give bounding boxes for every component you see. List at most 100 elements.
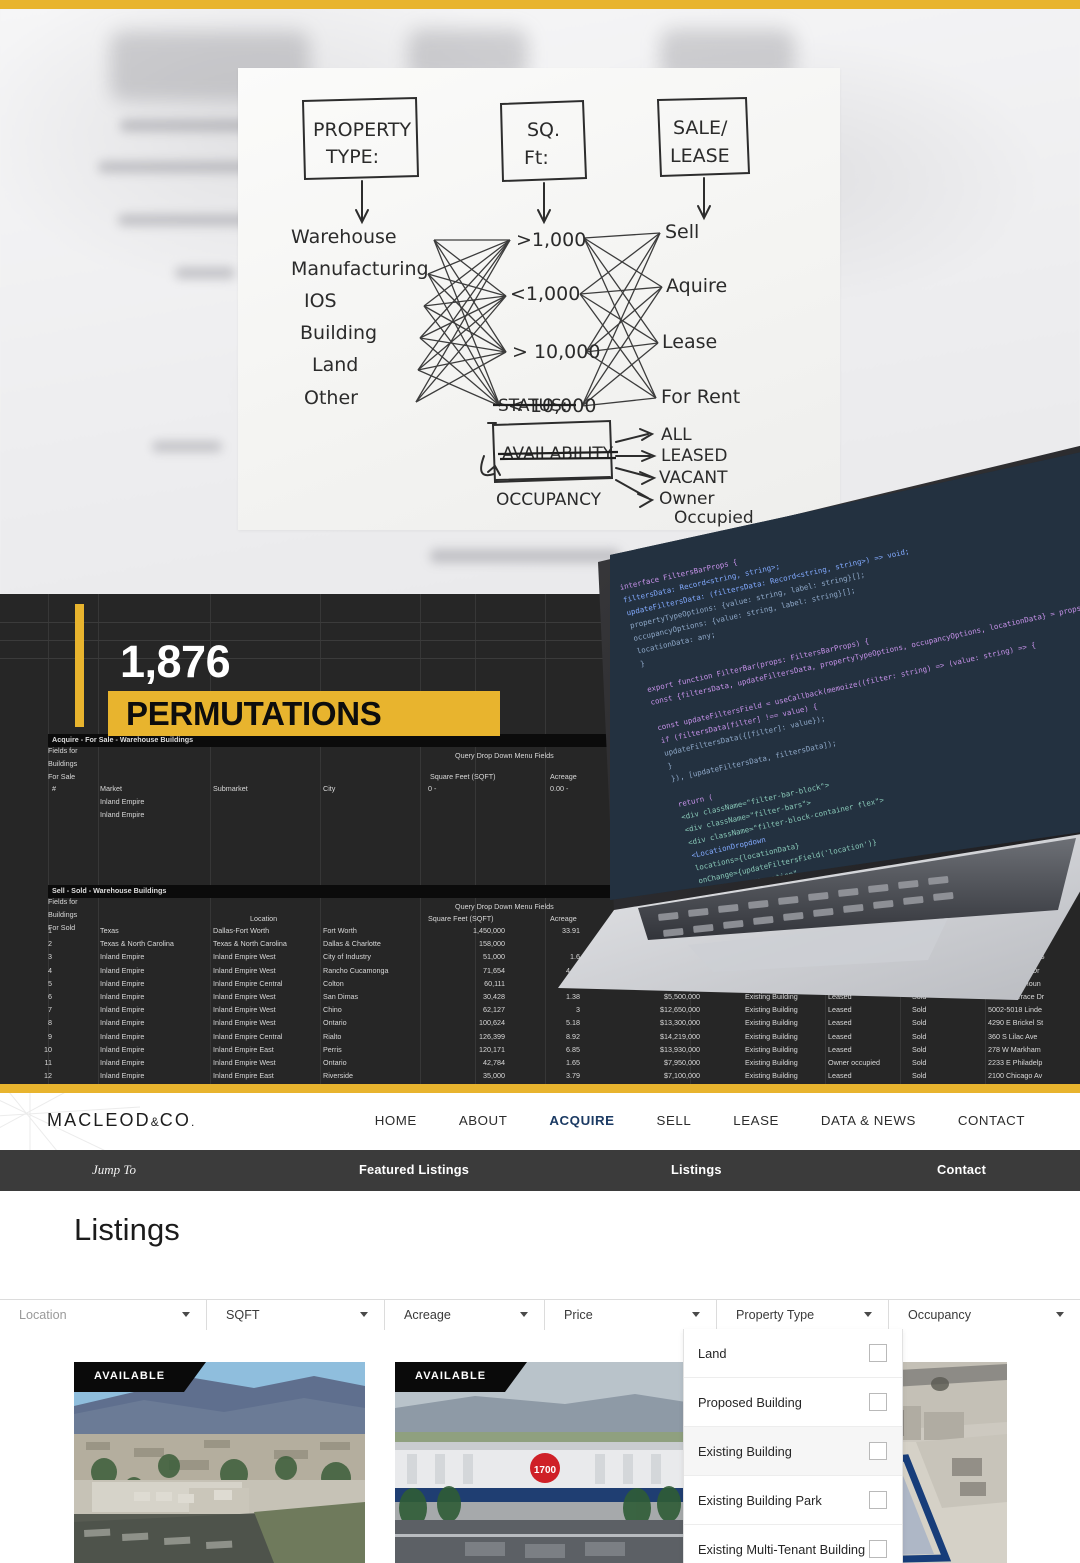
- spreadsheet-cell: 10: [44, 1044, 52, 1054]
- spreadsheet-cell: Ontario: [323, 1058, 347, 1067]
- nav-item-about[interactable]: ABOUT: [438, 1113, 529, 1128]
- permutations-label-band: PERMUTATIONS: [108, 691, 500, 736]
- dropdown-option[interactable]: Existing Building Park: [684, 1476, 902, 1525]
- spreadsheet-cell: Inland Empire: [100, 1031, 145, 1041]
- chevron-down-icon: [360, 1312, 368, 1317]
- logo-period: .: [190, 1115, 197, 1129]
- jump-link-contact[interactable]: Contact: [937, 1162, 986, 1177]
- listing-card[interactable]: 1700 AVAILABLE: [395, 1362, 686, 1563]
- spreadsheet-cell: Inland Empire: [100, 1058, 145, 1067]
- spreadsheet-cell: 5: [48, 978, 52, 988]
- spreadsheet-cell: 3.79: [566, 1071, 580, 1081]
- property-type-dropdown-menu: Land Proposed Building Existing Building Ex…: [683, 1329, 903, 1563]
- filter-label: SQFT: [226, 1308, 260, 1322]
- spreadsheet-cell: 4: [48, 965, 52, 975]
- filter-sqft[interactable]: SQFT: [207, 1300, 385, 1330]
- listing-image-warehouse-exterior: 1700: [395, 1362, 686, 1563]
- dropdown-option[interactable]: Existing Building: [684, 1427, 902, 1476]
- nav-item-lease[interactable]: LEASE: [712, 1113, 800, 1128]
- spreadsheet-cell: Inland Empire: [100, 1018, 145, 1028]
- nav-item-acquire[interactable]: ACQUIRE: [528, 1113, 635, 1128]
- status-badge-label: AVAILABLE: [94, 1370, 166, 1382]
- dropdown-option-label: Existing Building Park: [698, 1492, 822, 1508]
- filter-property-type[interactable]: Property Type: [717, 1300, 889, 1330]
- svg-text:Building: Building: [300, 322, 377, 344]
- spreadsheet-cell: Inland Empire West: [213, 1005, 276, 1015]
- site-header: MACLEOD&CO. HOME ABOUT ACQUIRE SELL LEASE DAT…: [0, 1093, 1080, 1150]
- filter-label: Price: [564, 1308, 593, 1322]
- dropdown-option-label: Land: [698, 1345, 727, 1361]
- filter-label: Property Type: [736, 1308, 815, 1322]
- jump-link-featured-listings[interactable]: Featured Listings: [359, 1162, 469, 1177]
- spreadsheet-cell: 6: [48, 992, 52, 1001]
- svg-text:Ft:: Ft:: [524, 147, 549, 169]
- spreadsheet-cell: Inland Empire West: [213, 1018, 276, 1028]
- case-study-hero: PROPERTY TYPE: SQ. Ft: SALE/ LEASE Wareh…: [0, 0, 1080, 1093]
- jump-link-listings[interactable]: Listings: [671, 1162, 722, 1177]
- nav-item-contact[interactable]: CONTACT: [937, 1113, 1046, 1128]
- filter-label: Occupancy: [908, 1308, 971, 1322]
- dropdown-option[interactable]: Land: [684, 1329, 902, 1378]
- spreadsheet-cell: Perris: [323, 1044, 342, 1054]
- svg-text:Warehouse: Warehouse: [291, 226, 397, 248]
- jump-to-label: Jump To: [92, 1162, 136, 1177]
- spreadsheet-cell: 2: [48, 939, 52, 949]
- listing-card[interactable]: AVAILABLE: [74, 1362, 365, 1563]
- spreadsheet-cell: 11: [44, 1058, 52, 1067]
- nav-item-data-news[interactable]: DATA & NEWS: [800, 1113, 937, 1128]
- spreadsheet-cell: Inland Empire Central: [213, 1031, 283, 1041]
- spreadsheet-cell: City of Industry: [323, 952, 371, 962]
- dropdown-option-label: Existing Multi-Tenant Building: [698, 1542, 866, 1557]
- gold-accent-rule: [75, 604, 84, 727]
- permutations-count: 1,876: [120, 636, 231, 687]
- checkbox[interactable]: [869, 1442, 887, 1460]
- spreadsheet-cell: Inland Empire: [100, 978, 145, 988]
- site-logo[interactable]: MACLEOD&CO.: [47, 1110, 196, 1131]
- spreadsheet-cell: Rialto: [323, 1031, 342, 1041]
- svg-text:IOS: IOS: [304, 290, 337, 312]
- filter-location[interactable]: Location: [0, 1300, 207, 1330]
- dropdown-option[interactable]: Existing Multi-Tenant Building: [684, 1525, 902, 1563]
- listings-filter-bar: Location SQFT Acreage Price Property Type Occ…: [0, 1299, 1080, 1330]
- svg-text:Aquire: Aquire: [666, 275, 727, 297]
- spreadsheet-cell: Inland Empire: [100, 992, 145, 1001]
- spreadsheet-cell: Inland Empire East: [213, 1071, 274, 1081]
- svg-text:Sell: Sell: [665, 221, 699, 243]
- svg-text:Lease: Lease: [662, 331, 717, 353]
- checkbox[interactable]: [869, 1393, 887, 1411]
- chevron-down-icon: [864, 1312, 872, 1317]
- checkbox[interactable]: [869, 1540, 887, 1558]
- checkbox[interactable]: [869, 1491, 887, 1509]
- filter-occupancy[interactable]: Occupancy: [889, 1300, 1080, 1330]
- spreadsheet-cell: 12: [44, 1071, 52, 1081]
- dropdown-option[interactable]: Proposed Building: [684, 1378, 902, 1427]
- nav-item-sell[interactable]: SELL: [636, 1113, 713, 1128]
- spreadsheet-cell: 3: [48, 952, 52, 962]
- dropdown-option-label: Proposed Building: [698, 1394, 802, 1410]
- svg-text:<1,000: <1,000: [510, 283, 580, 305]
- chevron-down-icon: [182, 1312, 190, 1317]
- svg-text:1700: 1700: [534, 1465, 557, 1476]
- svg-text:Manufacturing: Manufacturing: [291, 258, 429, 280]
- spreadsheet-cell: Dallas-Fort Worth: [213, 926, 270, 935]
- spreadsheet-cell: 2100 Chicago Av: [988, 1071, 1043, 1081]
- svg-text:PROPERTY: PROPERTY: [313, 119, 412, 141]
- chevron-down-icon: [520, 1312, 528, 1317]
- sketch-connector-mesh-right: [579, 232, 663, 407]
- spreadsheet-cell: Inland Empire West: [213, 952, 276, 962]
- sketch-box-labels: PROPERTY TYPE: SQ. Ft: SALE/ LEASE: [313, 117, 730, 169]
- listing-image-aerial-site: [74, 1362, 365, 1563]
- nav-item-home[interactable]: HOME: [354, 1113, 438, 1128]
- status-badge: AVAILABLE: [74, 1362, 206, 1392]
- spreadsheet-cell: Texas: [100, 926, 119, 935]
- spreadsheet-cell: Dallas & Charlotte: [323, 939, 381, 949]
- checkbox[interactable]: [869, 1344, 887, 1362]
- listing-cards: AVAILABLE 1700 AVAILABLE: [0, 1362, 1080, 1563]
- spreadsheet-cell: Inland Empire: [100, 965, 145, 975]
- laptop-mockup: interface FiltersBarProps { filtersData:…: [498, 440, 1080, 1060]
- chevron-down-icon: [1056, 1312, 1064, 1317]
- sketch-sqft-ranges: >1,000 <1,000 > 10,000 < 10,000: [508, 229, 600, 417]
- filter-price[interactable]: Price: [545, 1300, 717, 1330]
- filter-acreage[interactable]: Acreage: [385, 1300, 545, 1330]
- spreadsheet-cell: Riverside: [323, 1071, 353, 1081]
